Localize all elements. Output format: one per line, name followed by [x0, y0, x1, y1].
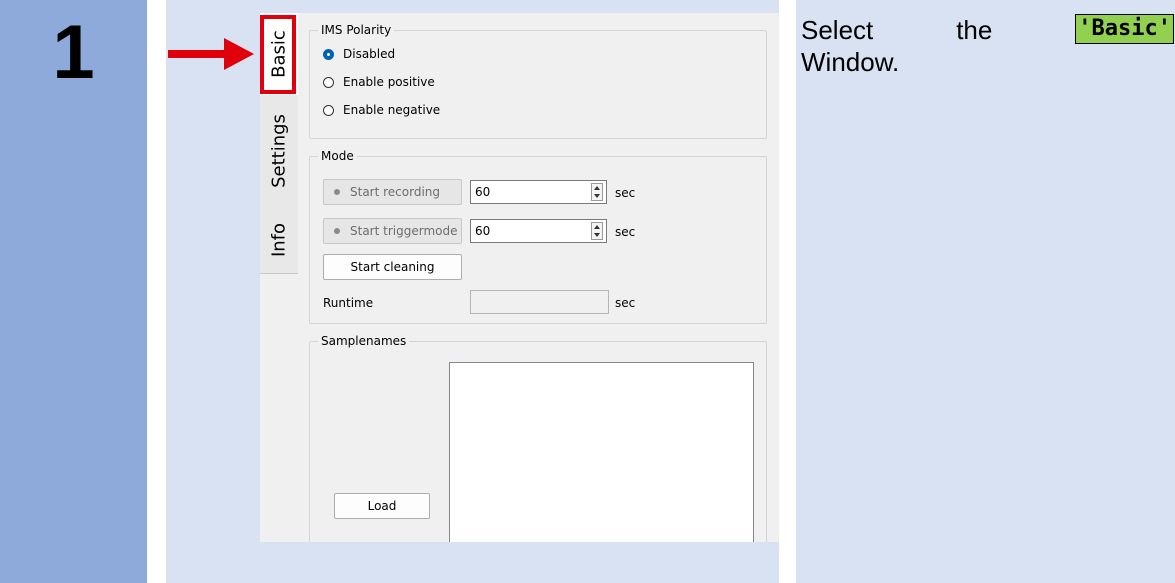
radio-enable-negative-label: Enable negative	[343, 103, 441, 117]
triggermode-unit: sec	[615, 225, 636, 239]
runtime-field	[470, 290, 609, 314]
tab-settings-label: Settings	[268, 114, 290, 188]
status-dot-icon	[334, 228, 340, 234]
ims-polarity-title: IMS Polarity	[318, 22, 395, 38]
triggermode-seconds-value: 60	[475, 224, 491, 238]
spin-arrows-icon[interactable]	[591, 183, 603, 201]
recording-seconds-spinbox[interactable]: 60	[470, 180, 607, 204]
radio-disabled[interactable]: Disabled	[323, 47, 395, 61]
step-number: 1	[52, 10, 95, 95]
radio-checked-icon	[323, 48, 334, 60]
instruction-word-select: Select	[801, 15, 874, 45]
start-recording-button[interactable]: Start recording	[323, 179, 462, 205]
runtime-label: Runtime	[323, 296, 374, 310]
status-dot-icon	[334, 189, 340, 195]
mode-group: Mode Start recording 60 sec Start trigge…	[309, 148, 767, 324]
radio-unchecked-icon	[323, 104, 334, 116]
recording-unit: sec	[615, 186, 636, 200]
mode-title: Mode	[318, 148, 357, 164]
tab-info[interactable]: Info	[260, 207, 299, 274]
samplenames-title: Samplenames	[318, 333, 410, 349]
radio-enable-negative[interactable]: Enable negative	[323, 103, 440, 117]
step-column: 1	[0, 0, 147, 583]
radio-enable-positive[interactable]: Enable positive	[323, 75, 435, 89]
instruction-word-the: the	[956, 15, 993, 45]
tab-info-label: Info	[268, 222, 290, 258]
radio-enable-positive-label: Enable positive	[343, 75, 435, 89]
vertical-tab-bar: Basic Settings Info	[260, 13, 299, 542]
instruction-text: Select the 'Basic' Window.	[801, 14, 1174, 78]
app-window: Basic Settings Info IMS Polarity Disable…	[260, 13, 779, 542]
start-cleaning-label: Start cleaning	[350, 260, 435, 274]
samplenames-list[interactable]	[449, 362, 754, 542]
radio-disabled-label: Disabled	[343, 47, 396, 61]
runtime-unit: sec	[615, 296, 636, 310]
instruction-line2: Window.	[801, 47, 900, 77]
instruction-column: Select the 'Basic' Window.	[796, 0, 1175, 583]
ims-polarity-group: IMS Polarity Disabled Enable positive En…	[309, 22, 767, 139]
load-label: Load	[367, 499, 397, 513]
radio-unchecked-icon	[323, 76, 334, 88]
load-button[interactable]: Load	[334, 493, 430, 519]
start-cleaning-button[interactable]: Start cleaning	[323, 254, 462, 280]
triggermode-seconds-spinbox[interactable]: 60	[470, 219, 607, 243]
tab-settings[interactable]: Settings	[260, 95, 299, 208]
instruction-highlight-basic: 'Basic'	[1075, 14, 1174, 44]
samplenames-group: Samplenames Load	[309, 333, 767, 542]
start-triggermode-button[interactable]: Start triggermode	[323, 218, 462, 244]
spin-arrows-icon[interactable]	[591, 222, 603, 240]
tab-highlight-box	[260, 15, 296, 94]
arrow-right-icon	[168, 38, 254, 70]
start-triggermode-label: Start triggermode	[350, 224, 458, 238]
start-recording-label: Start recording	[350, 185, 441, 199]
basic-panel: IMS Polarity Disabled Enable positive En…	[298, 13, 779, 542]
recording-seconds-value: 60	[475, 185, 491, 199]
